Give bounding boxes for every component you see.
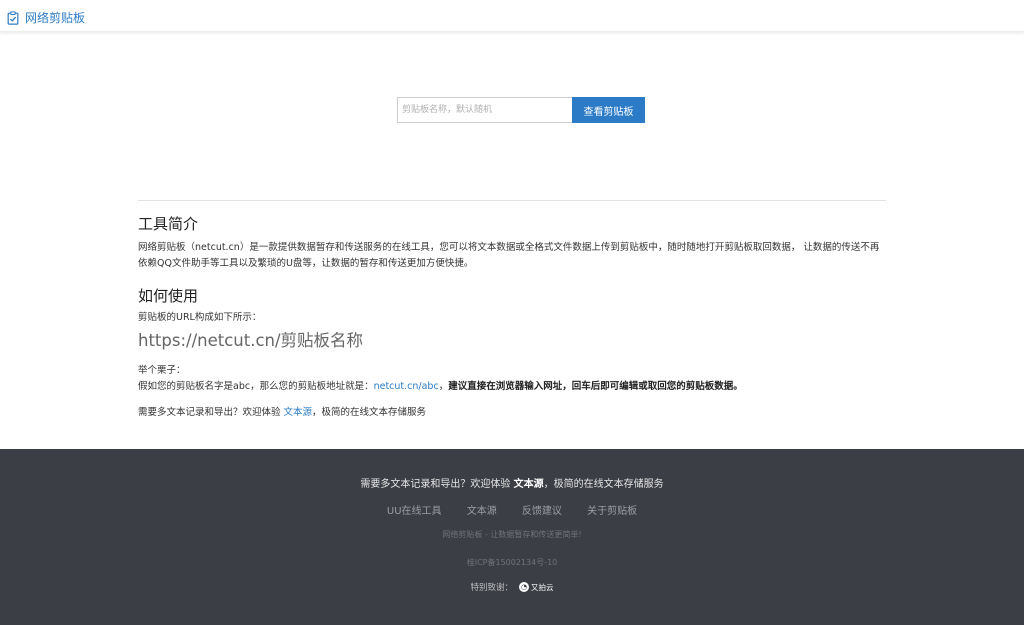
intro-title: 工具简介 — [138, 215, 199, 233]
example-line: 假如您的剪贴板名字是abc，那么您的剪贴板地址就是：netcut.cn/abc，… — [138, 379, 888, 395]
sponsor-link[interactable]: ◔ 又拍云 — [519, 582, 554, 593]
main-content: 工具简介 网络剪贴板（netcut.cn）是一款提供数据暂存和传送服务的在线工具… — [138, 214, 888, 421]
footer-promo: 需要多文本记录和导出？欢迎体验 文本源，极简的在线文本存储服务 — [0, 475, 1024, 490]
promo-prefix: 需要多文本记录和导出？欢迎体验 — [138, 407, 284, 418]
top-navbar: 网络剪贴板 — [0, 0, 1024, 32]
footer-thanks: 特别致谢： ◔ 又拍云 — [0, 581, 1024, 593]
example-sep: ， — [438, 381, 449, 392]
url-format-example: https://netcut.cn/剪贴板名称 — [138, 331, 364, 350]
sponsor-name: 又拍云 — [531, 582, 554, 592]
example-label: 举个栗子： — [138, 365, 186, 376]
footer-wenbenyuan-link[interactable]: 文本源 — [514, 479, 544, 490]
clipboard-search: 查看剪贴板 — [397, 97, 645, 123]
footer-icp[interactable]: 桂ICP备15002134号-10 — [0, 557, 1024, 568]
footer-link-about[interactable]: 关于剪贴板 — [587, 506, 637, 517]
example-tip: 建议直接在浏览器输入网址，回车后即可编辑或取回您的剪贴板数据。 — [448, 381, 743, 392]
footer-link-wenbenyuan[interactable]: 文本源 — [467, 506, 497, 517]
clipboard-name-input[interactable] — [397, 97, 572, 123]
footer-link-uu-tools[interactable]: UU在线工具 — [387, 506, 442, 517]
footer-links: UU在线工具 文本源 反馈建议 关于剪贴板 — [0, 502, 1024, 517]
promo-suffix: ，极简的在线文本存储服务 — [312, 407, 427, 418]
footer-promo-suffix: ，极简的在线文本存储服务 — [543, 479, 664, 490]
footer: 需要多文本记录和导出？欢迎体验 文本源，极简的在线文本存储服务 UU在线工具 文… — [0, 449, 1024, 625]
wenbenyuan-link[interactable]: 文本源 — [284, 407, 313, 418]
brand-link[interactable]: 网络剪贴板 — [6, 9, 85, 26]
intro-text: 网络剪贴板（netcut.cn）是一款提供数据暂存和传送服务的在线工具，您可以将… — [138, 242, 880, 269]
example-prefix: 假如您的剪贴板名字是abc，那么您的剪贴板地址就是： — [138, 381, 374, 392]
footer-link-feedback[interactable]: 反馈建议 — [522, 506, 562, 517]
clipboard-check-icon — [7, 10, 19, 25]
section-divider — [138, 200, 886, 201]
brand-name: 网络剪贴板 — [25, 11, 86, 25]
example-link[interactable]: netcut.cn/abc — [374, 381, 439, 392]
footer-promo-prefix: 需要多文本记录和导出？欢迎体验 — [360, 479, 514, 490]
url-format-label: 剪贴板的URL构成如下所示： — [138, 312, 262, 323]
upyun-logo-icon: ◔ — [519, 582, 529, 592]
footer-slogan: 网络剪贴板 - 让数据暂存和传送更简单! — [442, 530, 582, 539]
promo-line: 需要多文本记录和导出？欢迎体验 文本源，极简的在线文本存储服务 — [138, 405, 888, 421]
view-clipboard-button[interactable]: 查看剪贴板 — [572, 97, 645, 123]
thanks-label: 特别致谢： — [470, 583, 513, 593]
usage-title: 如何使用 — [138, 287, 199, 305]
